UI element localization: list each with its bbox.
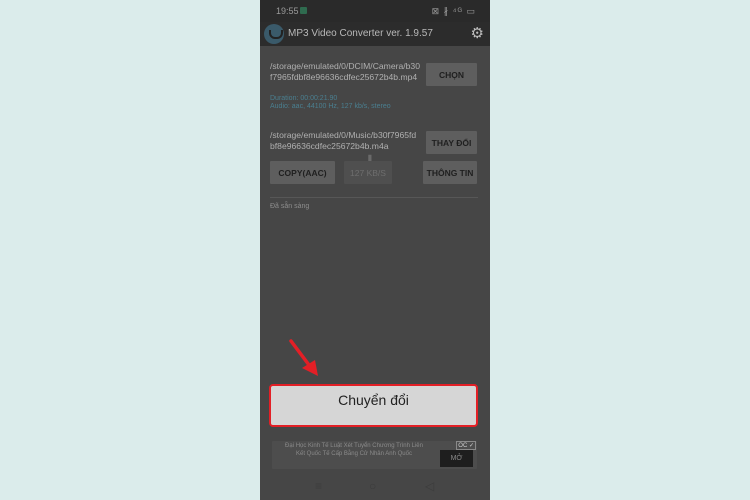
nav-menu-icon[interactable]: ≡	[315, 479, 322, 493]
input-file-path: /storage/emulated/0/DCIM/Camera/b30f7965…	[270, 61, 420, 82]
nav-back-icon[interactable]: ◁	[425, 479, 434, 493]
bitrate-button: 127 KB/S	[344, 161, 392, 184]
output-file-path: /storage/emulated/0/Music/b30f7965fdbf8e…	[270, 130, 417, 151]
navigation-bar: ≡ ○ ◁	[260, 476, 490, 500]
change-button[interactable]: THAY ĐỔI	[426, 131, 477, 154]
main-content: /storage/emulated/0/DCIM/Camera/b30f7965…	[260, 46, 490, 500]
app-title: MP3 Video Converter ver. 1.9.57	[288, 28, 433, 39]
info-button[interactable]: THÔNG TIN	[423, 161, 477, 184]
input-audio-info: Audio: aac, 44100 Hz, 127 kb/s, stereo	[270, 103, 391, 110]
status-bar: 19:55 ⊠ ∦ ⁴ᴳ ▭	[260, 0, 490, 22]
ad-choices-icon[interactable]: OC ✓	[456, 441, 476, 450]
convert-button-label: Chuyển đổi	[338, 392, 409, 408]
codec-button[interactable]: COPY(AAC)	[270, 161, 335, 184]
status-icons: ⊠ ∦ ⁴ᴳ ▭	[431, 6, 476, 16]
app-logo-icon	[264, 24, 284, 44]
phone-screen: 19:55 ⊠ ∦ ⁴ᴳ ▭ MP3 Video Converter ver. …	[260, 0, 490, 500]
red-pointer-arrow-icon	[289, 339, 318, 376]
status-text: Đã sẵn sàng	[270, 203, 310, 210]
settings-gear-icon[interactable]: ⚙	[471, 25, 484, 43]
nav-home-icon[interactable]: ○	[369, 479, 376, 493]
ad-open-button[interactable]: MỞ	[440, 450, 473, 467]
app-bar: MP3 Video Converter ver. 1.9.57 ⚙	[260, 22, 490, 46]
convert-button[interactable]: Chuyển đổi	[269, 384, 478, 427]
ad-text: Đại Học Kinh Tế Luật Xét Tuyển Chương Tr…	[285, 443, 423, 457]
notification-icon	[300, 7, 307, 14]
choose-button[interactable]: CHỌN	[426, 63, 477, 86]
status-time: 19:55	[276, 6, 299, 16]
ad-banner[interactable]: Đại Học Kinh Tế Luật Xét Tuyển Chương Tr…	[272, 441, 477, 469]
divider	[270, 197, 478, 198]
